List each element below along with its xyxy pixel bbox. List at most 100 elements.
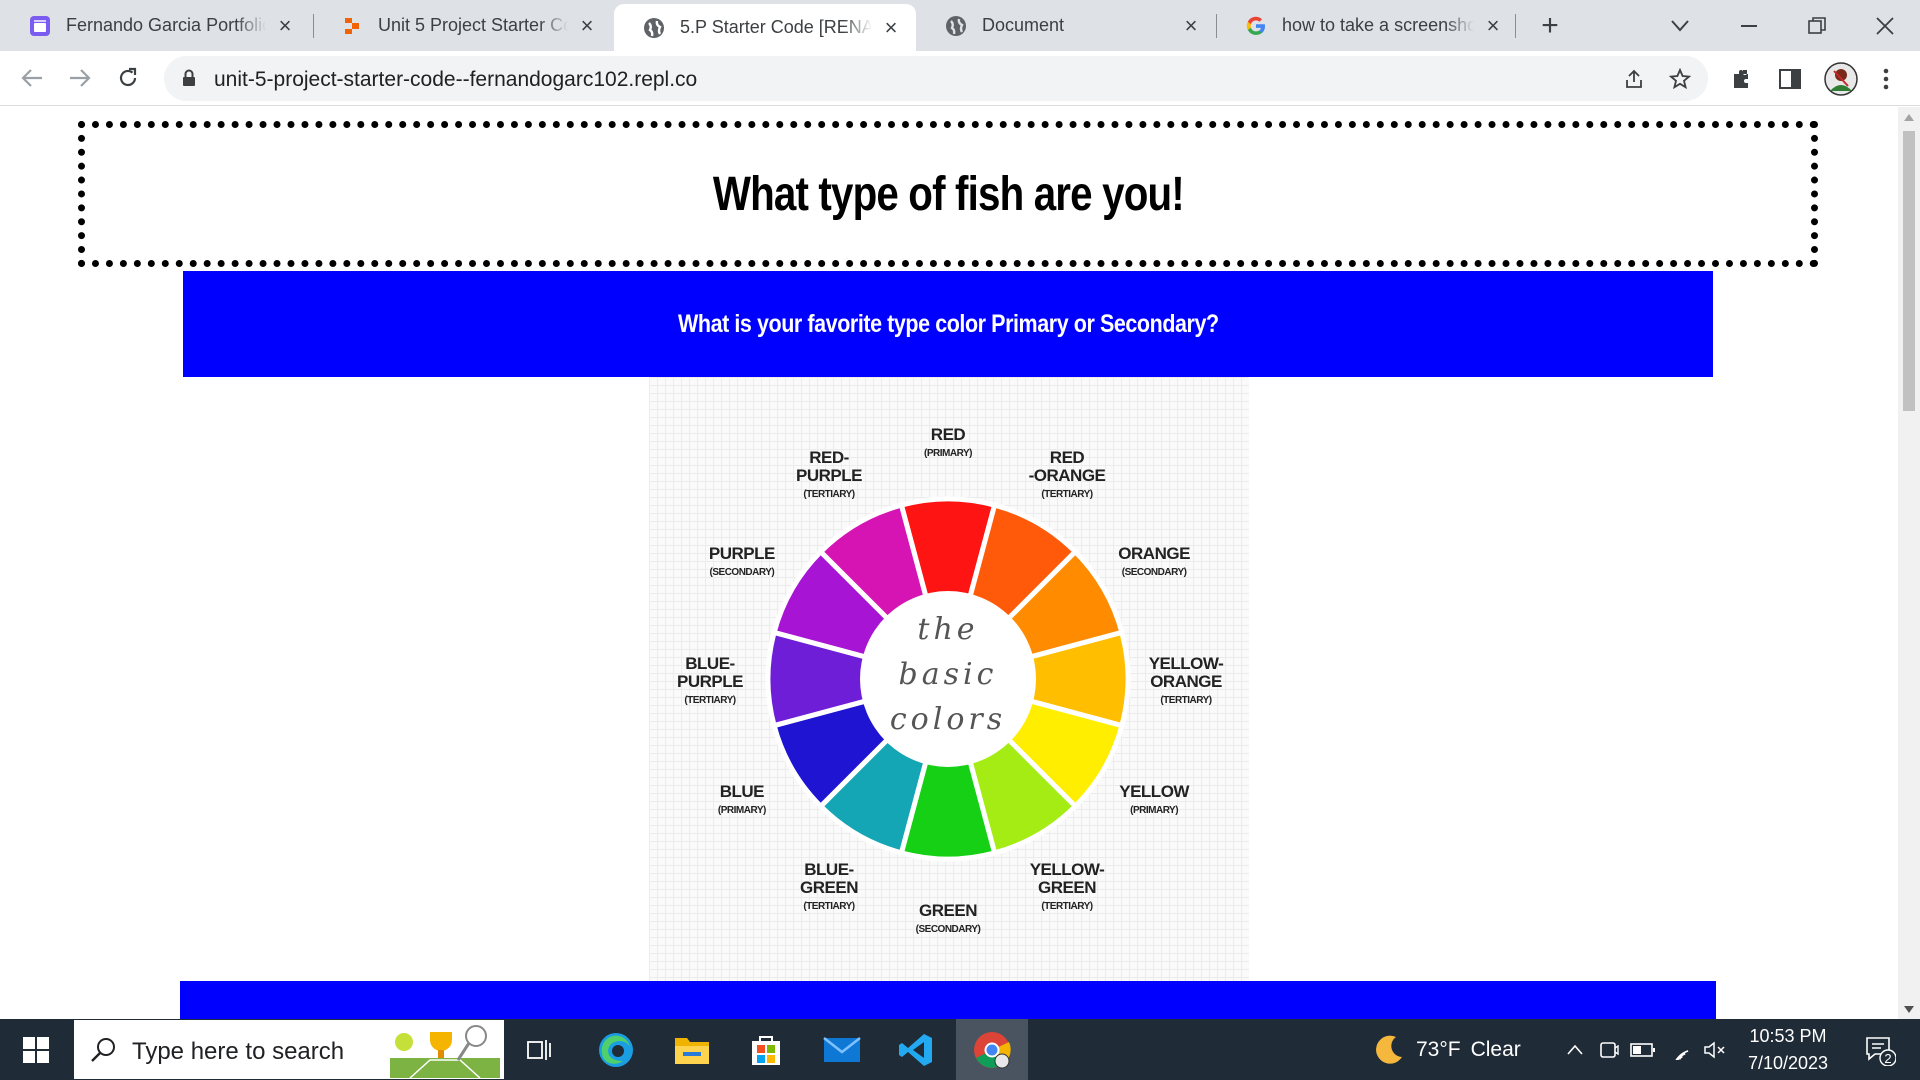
mail-app[interactable] <box>806 1019 878 1080</box>
volume-muted-icon[interactable] <box>1702 1037 1728 1063</box>
notification-center-button[interactable]: 2 <box>1852 1019 1908 1080</box>
store-icon <box>752 1035 780 1065</box>
scroll-thumb[interactable] <box>1903 131 1915 411</box>
search-icon <box>91 1038 115 1062</box>
wheel-center-text: colors <box>890 702 1006 737</box>
extensions-icon[interactable] <box>1728 65 1756 93</box>
page-viewport: What type of fish are you! What is your … <box>0 107 1898 1019</box>
close-icon[interactable]: × <box>1482 13 1504 38</box>
wheel-label: RED (PRIMARY) <box>924 425 972 459</box>
weather-temp: 73°F <box>1416 1037 1461 1061</box>
question-text: What is your favorite type color Primary… <box>677 309 1219 338</box>
edge-icon <box>599 1032 633 1067</box>
close-icon[interactable]: × <box>274 13 296 38</box>
folder-icon <box>675 1037 709 1064</box>
vscode-app[interactable] <box>880 1019 952 1080</box>
replit-portfolio-icon <box>28 14 52 38</box>
tab-title: 5.P Starter Code [RENAME <box>680 17 872 37</box>
tab-title: how to take a screenshot <box>1282 15 1474 35</box>
notification-count: 2 <box>1884 1051 1892 1066</box>
task-view-icon <box>527 1039 551 1060</box>
file-explorer-app[interactable] <box>656 1019 728 1080</box>
tab-google-search[interactable]: how to take a screenshot × <box>1216 0 1518 51</box>
vscode-icon <box>899 1033 932 1066</box>
more-menu-icon[interactable] <box>1872 65 1900 93</box>
globe-icon <box>944 14 968 38</box>
url-text: unit-5-project-starter-code--fernandogar… <box>214 68 698 91</box>
battery-icon[interactable] <box>1630 1037 1656 1063</box>
question-banner: What is your favorite type color Primary… <box>183 271 1713 377</box>
chevron-up-icon <box>1567 1045 1583 1055</box>
next-question-banner <box>180 981 1716 1019</box>
close-icon[interactable]: × <box>576 13 598 38</box>
task-view-button[interactable] <box>504 1019 576 1080</box>
restore-icon <box>1808 16 1826 34</box>
taskbar: Type here to search 73°F Clear 10:53 PM … <box>0 1019 1920 1080</box>
close-icon[interactable]: × <box>880 15 902 40</box>
browser-toolbar: unit-5-project-starter-code--fernandogar… <box>0 51 1920 106</box>
tab-document[interactable]: Document × <box>916 0 1216 51</box>
wheel-label: BLUE (PRIMARY) <box>718 782 766 816</box>
minimize-icon <box>1741 24 1757 27</box>
wheel-label: PURPLE (SECONDARY) <box>709 544 775 578</box>
show-hidden-icons-button[interactable] <box>1562 1037 1588 1063</box>
tab-title: Fernando Garcia Portfolio <box>66 15 266 35</box>
reload-icon <box>119 67 137 87</box>
globe-icon <box>642 16 666 40</box>
avatar[interactable] <box>1824 62 1858 96</box>
wheel-label: RED -ORANGE (TERTIARY) <box>1029 448 1106 500</box>
tab-separator <box>1515 14 1516 38</box>
clock-time: 10:53 PM <box>1749 1025 1827 1046</box>
wifi-icon[interactable] <box>1668 1037 1694 1063</box>
wheel-label: YELLOW-GREEN (TERTIARY) <box>1030 860 1105 912</box>
weather-condition: Clear <box>1470 1037 1521 1061</box>
clock-date: 7/10/2023 <box>1747 1052 1829 1073</box>
taskbar-search[interactable]: Type here to search <box>74 1020 504 1079</box>
scroll-down-arrow[interactable] <box>1903 1003 1915 1015</box>
reload-button[interactable] <box>110 60 146 96</box>
wheel-label: ORANGE (SECONDARY) <box>1118 544 1190 578</box>
weather-widget[interactable]: 73°F Clear <box>1372 1019 1521 1080</box>
forward-button[interactable] <box>62 60 98 96</box>
share-icon[interactable] <box>1622 67 1646 91</box>
start-button[interactable] <box>0 1019 72 1080</box>
tab-unit5-project[interactable]: Unit 5 Project Starter Code × <box>312 0 612 51</box>
wheel-label: YELLOW (PRIMARY) <box>1119 782 1190 816</box>
clock[interactable]: 10:53 PM 7/10/2023 <box>1738 1019 1838 1080</box>
star-icon[interactable] <box>1668 67 1692 91</box>
chrome-app[interactable] <box>956 1019 1028 1080</box>
scrollbar[interactable] <box>1898 107 1920 1019</box>
restore-button[interactable] <box>1794 0 1840 51</box>
mail-icon <box>823 1036 861 1062</box>
search-placeholder: Type here to search <box>132 1038 345 1065</box>
arrow-right-icon <box>70 69 91 87</box>
search-highlight-icon <box>390 1025 500 1078</box>
edge-app[interactable] <box>580 1019 652 1080</box>
chrome-icon <box>974 1031 1011 1068</box>
close-icon <box>1876 16 1894 35</box>
close-icon[interactable]: × <box>1180 13 1202 38</box>
tab-fernando-portfolio[interactable]: Fernando Garcia Portfolio × <box>0 0 310 51</box>
tab-5p-starter-code[interactable]: 5.P Starter Code [RENAME × <box>614 4 916 51</box>
wheel-label: GREEN (SECONDARY) <box>916 901 981 935</box>
wheel-label: RED-PURPLE (TERTIARY) <box>796 448 862 500</box>
address-bar[interactable]: unit-5-project-starter-code--fernandogar… <box>164 56 1708 101</box>
tab-title: Unit 5 Project Starter Code <box>378 15 568 35</box>
minimize-button[interactable] <box>1726 0 1772 51</box>
tab-search-button[interactable] <box>1660 0 1700 51</box>
moon-icon <box>1376 1035 1402 1064</box>
lock-icon[interactable] <box>182 69 196 87</box>
replit-icon <box>340 14 364 38</box>
microsoft-store-app[interactable] <box>730 1019 802 1080</box>
close-window-button[interactable] <box>1862 0 1908 51</box>
new-tab-button[interactable]: + <box>1530 0 1570 51</box>
wheel-center-text: the <box>917 612 978 647</box>
color-wheel-image: the basic colors RED (PRIMARY) RED -ORANGE (TE… <box>649 377 1249 981</box>
page-header: What type of fish are you! <box>78 121 1818 267</box>
meet-now-icon[interactable] <box>1596 1037 1622 1063</box>
chevron-down-icon <box>1671 19 1689 32</box>
side-panel-icon[interactable] <box>1776 65 1804 93</box>
scroll-up-arrow[interactable] <box>1903 111 1915 123</box>
wheel-center-text: basic <box>899 657 998 692</box>
back-button[interactable] <box>14 60 50 96</box>
